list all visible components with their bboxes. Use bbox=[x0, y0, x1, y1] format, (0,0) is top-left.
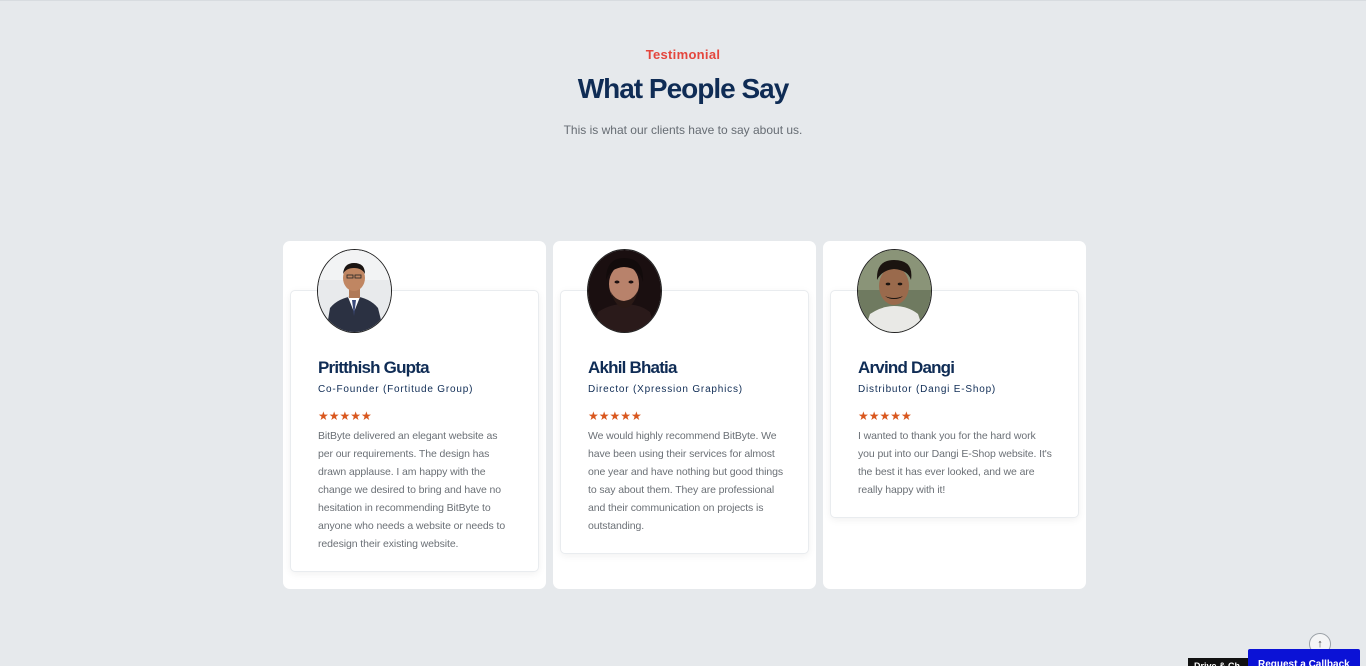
testimonial-body: Pritthish Gupta Co-Founder (Fortitude Gr… bbox=[290, 290, 539, 572]
star-rating: ★★★★★ bbox=[588, 409, 642, 423]
avatar bbox=[587, 249, 662, 333]
testimonial-body: Akhil Bhatia Director (Xpression Graphic… bbox=[560, 290, 809, 554]
avatar bbox=[317, 249, 392, 333]
testimonial-name: Arvind Dangi bbox=[858, 358, 955, 377]
testimonial-name: Akhil Bhatia bbox=[588, 358, 677, 377]
request-callback-button[interactable]: Request a Callback bbox=[1248, 649, 1360, 666]
avatar bbox=[857, 249, 932, 333]
testimonial-body: Arvind Dangi Distributor (Dangi E-Shop) … bbox=[830, 290, 1079, 518]
section-eyebrow: Testimonial bbox=[645, 47, 721, 62]
testimonial-role: Director (Xpression Graphics) bbox=[588, 384, 743, 395]
testimonial-section: Testimonial What People Say This is what… bbox=[0, 0, 1366, 666]
testimonial-quote: We would highly recommend BitByte. We ha… bbox=[588, 430, 783, 532]
testimonial-card: Akhil Bhatia Director (Xpression Graphic… bbox=[553, 241, 816, 589]
section-subtitle: This is what our clients have to say abo… bbox=[563, 123, 803, 137]
testimonial-name: Pritthish Gupta bbox=[318, 358, 430, 377]
testimonial-role: Co-Founder (Fortitude Group) bbox=[318, 384, 474, 395]
chat-tab[interactable]: Drive & Ch bbox=[1188, 658, 1250, 666]
testimonial-role: Distributor (Dangi E-Shop) bbox=[858, 384, 997, 395]
testimonial-card: Arvind Dangi Distributor (Dangi E-Shop) … bbox=[823, 241, 1086, 589]
testimonial-quote: I wanted to thank you for the hard work … bbox=[858, 430, 1052, 496]
star-rating: ★★★★★ bbox=[318, 409, 372, 423]
testimonial-quote: BitByte delivered an elegant website as … bbox=[318, 430, 506, 550]
testimonial-card: Pritthish Gupta Co-Founder (Fortitude Gr… bbox=[283, 241, 546, 589]
section-title: What People Say bbox=[577, 73, 790, 104]
testimonial-cards: Pritthish Gupta Co-Founder (Fortitude Gr… bbox=[283, 241, 1086, 589]
star-rating: ★★★★★ bbox=[858, 409, 912, 423]
